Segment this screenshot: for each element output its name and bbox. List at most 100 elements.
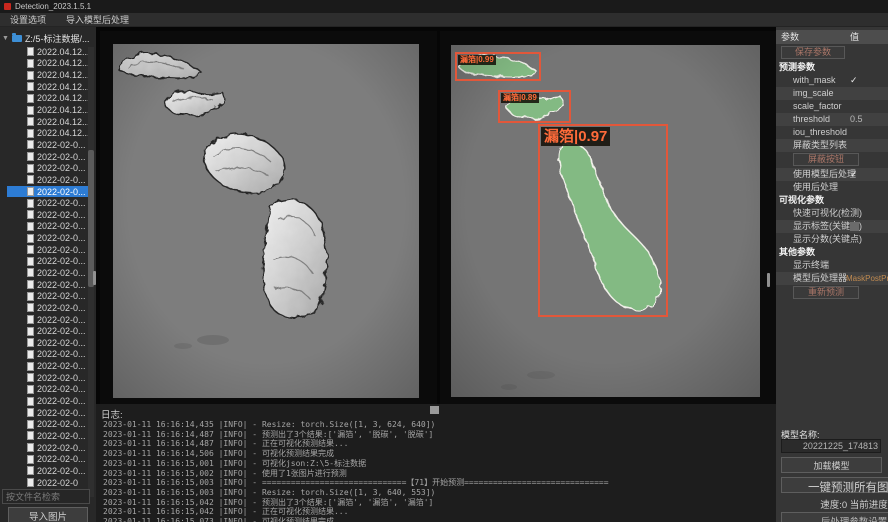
tree-item[interactable]: 2022-02-0... bbox=[7, 139, 93, 151]
tree-item[interactable]: 2022-02-0... bbox=[7, 314, 93, 326]
param-repredict: 重新预测 bbox=[776, 285, 888, 301]
tree-item[interactable]: 2022.04.12... bbox=[7, 69, 93, 81]
title-bar: Detection_2023.1.5.1 bbox=[0, 0, 888, 13]
tree-item[interactable]: 2022-02-0... bbox=[7, 302, 93, 314]
param-label: threshold bbox=[793, 114, 830, 124]
model-name-field[interactable]: 20221225_174813 bbox=[781, 439, 881, 453]
tree-item[interactable]: 2022-02-0... bbox=[7, 221, 93, 233]
tree-item[interactable]: 2022-02-0... bbox=[7, 372, 93, 384]
source-image-panel[interactable] bbox=[100, 31, 437, 418]
tree-item[interactable]: 2022-02-0... bbox=[7, 430, 93, 442]
tree-item-label: 2022-02-0... bbox=[37, 315, 86, 325]
log-panel[interactable]: 日志: 2023-01-11 16:16:14,435 |INFO| - Res… bbox=[96, 404, 776, 522]
checkmark-icon[interactable]: ✓ bbox=[850, 74, 858, 87]
search-input[interactable] bbox=[2, 489, 90, 504]
file-icon bbox=[27, 71, 34, 80]
detection-box: 漏箔|0.99 bbox=[455, 52, 541, 81]
param-label: 使用后处理 bbox=[793, 182, 838, 192]
param-use-postprocess[interactable]: 使用后处理 bbox=[776, 181, 888, 194]
param-model-postprocessor[interactable]: 模型后处理器MaskPostPro bbox=[776, 272, 888, 285]
tree-item[interactable]: 2022.04.12... bbox=[7, 93, 93, 105]
param-img-scale[interactable]: img_scale bbox=[776, 87, 888, 100]
param-threshold[interactable]: threshold0.5 bbox=[776, 113, 888, 126]
param-button-mask-button[interactable]: 屏蔽按钮 bbox=[793, 153, 859, 166]
param-show-labels-keypoints[interactable]: 显示标签(关键点) bbox=[776, 220, 888, 233]
tree-item[interactable]: 2022-02-0... bbox=[7, 337, 93, 349]
param-show-score-keypoints[interactable]: 显示分数(关键点) bbox=[776, 233, 888, 246]
tree-item[interactable]: 2022-02-0... bbox=[7, 349, 93, 361]
file-icon bbox=[27, 257, 34, 266]
param-mask-button: 屏蔽按钮 bbox=[776, 152, 888, 168]
tree-item[interactable]: 2022-02-0... bbox=[7, 384, 93, 396]
checkmark-icon[interactable]: ✓ bbox=[850, 168, 858, 181]
tree-scrollbar-thumb[interactable] bbox=[88, 150, 94, 287]
tree-item-label: 2022-02-0... bbox=[37, 384, 86, 394]
import-image-button[interactable]: 导入图片 bbox=[8, 507, 88, 522]
viewer-scrollbar-corner[interactable] bbox=[430, 406, 439, 414]
menu-item-settings[interactable]: 设置选项 bbox=[0, 13, 56, 26]
param-iou-threshold[interactable]: iou_threshold bbox=[776, 126, 888, 139]
load-model-button[interactable]: 加载模型 bbox=[781, 457, 882, 473]
file-icon bbox=[27, 397, 34, 406]
tree-item[interactable]: 2022-02-0... bbox=[7, 360, 93, 372]
tree-item[interactable]: 2022-02-0... bbox=[7, 232, 93, 244]
tree-item[interactable]: 2022-02-0... bbox=[7, 267, 93, 279]
file-icon bbox=[27, 478, 34, 487]
menu-item-import-postprocess[interactable]: 导入模型后处理 bbox=[56, 13, 139, 26]
tree-item[interactable]: 2022-02-0... bbox=[7, 162, 93, 174]
tree-item[interactable]: 2022.04.12... bbox=[7, 116, 93, 128]
tree-item[interactable]: 2022-02-0... bbox=[7, 395, 93, 407]
tree-item[interactable]: 2022-02-0... bbox=[7, 186, 93, 198]
tree-item[interactable]: 2022-02-0... bbox=[7, 244, 93, 256]
param-show-terminal[interactable]: 显示终端 bbox=[776, 259, 888, 272]
tree-item[interactable]: 2022-02-0... bbox=[7, 209, 93, 221]
prediction-image-panel[interactable]: 漏箔|0.99漏箔|0.89漏箔|0.97 bbox=[440, 31, 776, 418]
tree-item[interactable]: 2022-02-0... bbox=[7, 197, 93, 209]
tree-item[interactable]: 2022.04.12... bbox=[7, 46, 93, 58]
tree-item[interactable]: 2022-02-0... bbox=[7, 407, 93, 419]
predict-all-button[interactable]: 一键预测所有图片 bbox=[781, 477, 888, 493]
checkbox-show-labels-keypoints[interactable] bbox=[850, 222, 859, 231]
tree-item[interactable]: 2022-02-0... bbox=[7, 453, 93, 465]
tree-item[interactable]: 2022.04.12... bbox=[7, 58, 93, 70]
tree-item[interactable]: 2022-02-0 bbox=[7, 477, 93, 489]
detection-box: 漏箔|0.97 bbox=[538, 124, 668, 317]
tree-item[interactable]: 2022-02-0... bbox=[7, 442, 93, 454]
right-splitter-handle[interactable] bbox=[767, 273, 770, 287]
chevron-down-icon[interactable]: ▼ bbox=[2, 35, 9, 42]
tree-item[interactable]: 2022-02-0... bbox=[7, 465, 93, 477]
param-with-mask[interactable]: with_mask✓ bbox=[776, 74, 888, 87]
left-splitter-handle[interactable] bbox=[93, 271, 96, 285]
param-mask-type-list[interactable]: 屏蔽类型列表 bbox=[776, 139, 888, 152]
tree-item[interactable]: 2022-02-0... bbox=[7, 325, 93, 337]
tree-root-folder[interactable]: ▼ Z:/5-标注数据/... bbox=[2, 32, 89, 45]
tree-item[interactable]: 2022.04.12... bbox=[7, 104, 93, 116]
log-line: 2023-01-11 16:16:15,042 |INFO| - 正在可视化预测… bbox=[103, 507, 776, 517]
param-value: MaskPostPro bbox=[846, 272, 888, 285]
tree-item[interactable]: 2022-02-0... bbox=[7, 174, 93, 186]
value-column-header: 值 bbox=[850, 30, 859, 44]
tree-item[interactable]: 2022-02-0... bbox=[7, 279, 93, 291]
file-icon bbox=[27, 234, 34, 243]
tree-item[interactable]: 2022-02-0... bbox=[7, 419, 93, 431]
file-icon bbox=[27, 175, 34, 184]
file-icon bbox=[27, 315, 34, 324]
postprocess-settings-button[interactable]: 后处理参数设置 bbox=[781, 512, 888, 522]
tree-item[interactable]: 2022.04.12... bbox=[7, 81, 93, 93]
param-rows: 预测参数with_mask✓img_scalescale_factorthres… bbox=[776, 61, 888, 301]
file-icon bbox=[27, 140, 34, 149]
tree-item[interactable]: 2022.04.12... bbox=[7, 127, 93, 139]
file-icon bbox=[27, 199, 34, 208]
save-params-button[interactable]: 保存参数 bbox=[781, 46, 845, 59]
file-icon bbox=[27, 455, 34, 464]
param-scale-factor[interactable]: scale_factor bbox=[776, 100, 888, 113]
tree-item[interactable]: 2022-02-0... bbox=[7, 290, 93, 302]
tree-item-label: 2022-02-0... bbox=[37, 268, 86, 278]
tree-item[interactable]: 2022-02-0... bbox=[7, 151, 93, 163]
param-button-repredict[interactable]: 重新预测 bbox=[793, 286, 859, 299]
tree-item-label: 2022-02-0... bbox=[37, 396, 86, 406]
tree-item[interactable]: 2022-02-0... bbox=[7, 256, 93, 268]
param-quick-visualize-detect[interactable]: 快速可视化(检测) bbox=[776, 207, 888, 220]
param-use-model-postprocess[interactable]: 使用模型后处理✓ bbox=[776, 168, 888, 181]
detection-overlay: 漏箔|0.99漏箔|0.89漏箔|0.97 bbox=[440, 31, 776, 418]
